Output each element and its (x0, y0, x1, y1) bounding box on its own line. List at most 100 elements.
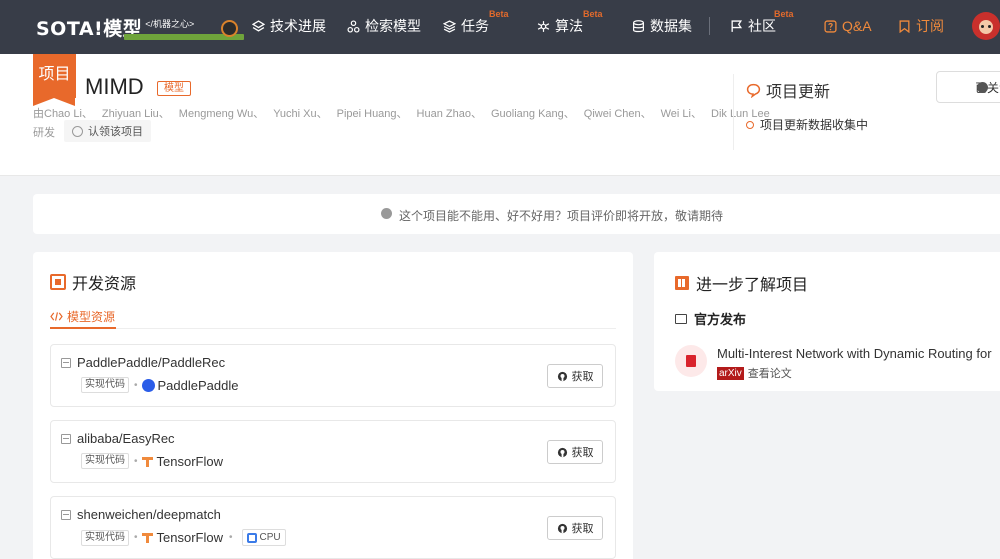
code-icon (50, 311, 63, 321)
layers-icon (252, 19, 265, 32)
monitor-icon (675, 313, 687, 324)
repo-name: alibaba/EasyRec (77, 431, 175, 446)
dot-separator: • (134, 455, 138, 467)
nav-qa[interactable]: Q&A (824, 16, 872, 36)
view-paper-link[interactable]: 查看论文 (748, 365, 792, 381)
resource-card: PaddlePaddle/PaddleRec 实现代码 • PaddlePadd… (50, 344, 616, 407)
book-icon (675, 276, 689, 290)
official-label: 官方发布 (694, 312, 747, 327)
author-link[interactable]: Guoliang Kang、 (491, 108, 575, 120)
code-tag: 实现代码 (81, 529, 129, 546)
molecule-icon (537, 20, 550, 32)
repo-link[interactable]: shenweichen/deepmatch (61, 507, 221, 522)
header-divider (733, 74, 734, 150)
project-ribbon: 项目 (33, 54, 76, 106)
repo-name: shenweichen/deepmatch (77, 507, 221, 522)
claim-label: 认领该项目 (88, 126, 143, 138)
author-link[interactable]: Huan Zhao、 (417, 108, 482, 120)
bookmark-icon (899, 19, 910, 33)
authors-prefix: 由 (33, 108, 44, 120)
beta-badge: Beta (774, 9, 794, 19)
nav-community[interactable]: 社区 Beta (730, 9, 794, 36)
dot-separator: • (134, 532, 138, 543)
tab-model-resources[interactable]: 模型资源 (50, 306, 115, 326)
repo-icon (61, 433, 71, 444)
logo-subtitle: </机器之心> (145, 19, 195, 29)
framework-name: TensorFlow (156, 530, 223, 545)
nav-algorithms[interactable]: 算法 Beta (537, 9, 603, 36)
updates-title: 项目更新 (746, 78, 830, 102)
nav-datasets[interactable]: 数据集 (632, 16, 692, 36)
update-text: 项目更新数据收集中 (760, 118, 869, 132)
question-icon (824, 19, 837, 33)
claim-project-button[interactable]: 认领该项目 (64, 120, 151, 142)
nav-label: 算法 (555, 18, 583, 34)
stack-icon (443, 19, 456, 33)
get-button[interactable]: 获取 (547, 440, 603, 464)
device-label: CPU (259, 532, 281, 543)
author-link[interactable]: Chao Li、 (44, 108, 93, 120)
logo[interactable]: SOTA!模型 </机器之心> (36, 12, 244, 40)
watch-button[interactable]: 已关注 (936, 71, 1000, 103)
database-icon (633, 19, 644, 32)
author-link[interactable]: Mengmeng Wu、 (179, 108, 264, 120)
get-label: 获取 (571, 447, 594, 459)
author-link[interactable]: Qiwei Chen、 (584, 108, 652, 120)
project-header: 项目 MIMD 模型 由Chao Li、 Zhiyuan Liu、 Mengmeng… (0, 54, 1000, 176)
resource-meta: 实现代码 • PaddlePaddle (81, 377, 238, 393)
user-avatar[interactable] (972, 12, 1000, 40)
author-link[interactable]: Yuchi Xu、 (273, 108, 327, 120)
official-release-heading: 官方发布 (675, 309, 746, 328)
nav-subscribe[interactable]: 订阅 (898, 16, 944, 36)
chip-icon (246, 532, 257, 543)
repo-icon (61, 509, 71, 520)
get-button[interactable]: 获取 (547, 516, 603, 540)
nav-tasks[interactable]: 任务 Beta (443, 9, 509, 36)
github-icon (557, 523, 567, 533)
code-tag: 实现代码 (81, 377, 129, 393)
notice-text: 这个项目能不能用、好不好用？项目评价即将开放，敬请期待 (399, 209, 724, 223)
logo-mascot (124, 20, 244, 40)
get-button[interactable]: 获取 (547, 364, 603, 388)
repo-name: PaddlePaddle/PaddleRec (77, 355, 226, 370)
timeline-dot (746, 120, 754, 129)
github-icon (557, 371, 567, 381)
tab-baseline (50, 328, 616, 329)
eye-icon (977, 82, 988, 93)
nav-tech-progress[interactable]: 技术进展 (252, 16, 326, 36)
repo-link[interactable]: alibaba/EasyRec (61, 431, 175, 446)
repo-icon (61, 357, 71, 368)
chat-bubble-icon (746, 83, 761, 98)
paper-icon (675, 345, 707, 377)
nav-search-models[interactable]: 检索模型 (347, 16, 421, 36)
resource-meta: 实现代码 • TensorFlow (81, 453, 223, 469)
paper-meta: arXiv 查看论文 (717, 365, 792, 381)
author-link[interactable]: Pipei Huang、 (337, 108, 408, 120)
resource-card: shenweichen/deepmatch 实现代码 • TensorFlow … (50, 496, 616, 559)
dev-resources-panel: 开发资源 模型资源 PaddlePaddle/PaddleRec 实现代码 • … (33, 252, 633, 559)
framework-name: TensorFlow (156, 453, 223, 469)
user-icon (72, 125, 83, 137)
nav-label: 订阅 (916, 18, 944, 34)
update-item: 项目更新数据收集中 (746, 116, 868, 133)
dot-separator: • (134, 379, 138, 391)
author-link[interactable]: Zhiyuan Liu、 (102, 108, 170, 120)
paper-title-link[interactable]: Multi-Interest Network with Dynamic Rout… (717, 346, 992, 361)
section-title-text: 开发资源 (72, 276, 137, 293)
learn-more-title: 进一步了解项目 (675, 271, 808, 295)
repo-link[interactable]: PaddlePaddle/PaddleRec (61, 355, 225, 370)
paddlepaddle-icon (141, 378, 155, 392)
arxiv-badge: arXiv (717, 366, 744, 380)
evaluation-notice: 这个项目能不能用、好不好用？项目评价即将开放，敬请期待 (33, 194, 1000, 234)
nav-label: Q&A (842, 18, 872, 34)
author-link[interactable]: Wei Li、 (661, 108, 702, 120)
nav-label: 检索模型 (365, 18, 421, 34)
nav-label: 社区 (748, 18, 776, 34)
beta-badge: Beta (583, 9, 603, 19)
cpu-tag: CPU (241, 529, 286, 546)
nav-label: 数据集 (650, 18, 692, 34)
author-list: 由Chao Li、 Zhiyuan Liu、 Mengmeng Wu、 Yuchi X… (33, 105, 779, 121)
resources-icon (50, 274, 66, 290)
top-nav: SOTA!模型 </机器之心> 技术进展 检索模型 任务 Beta 算法 Bet… (0, 0, 1000, 54)
resource-card: alibaba/EasyRec 实现代码 • TensorFlow 获取 (50, 420, 616, 483)
